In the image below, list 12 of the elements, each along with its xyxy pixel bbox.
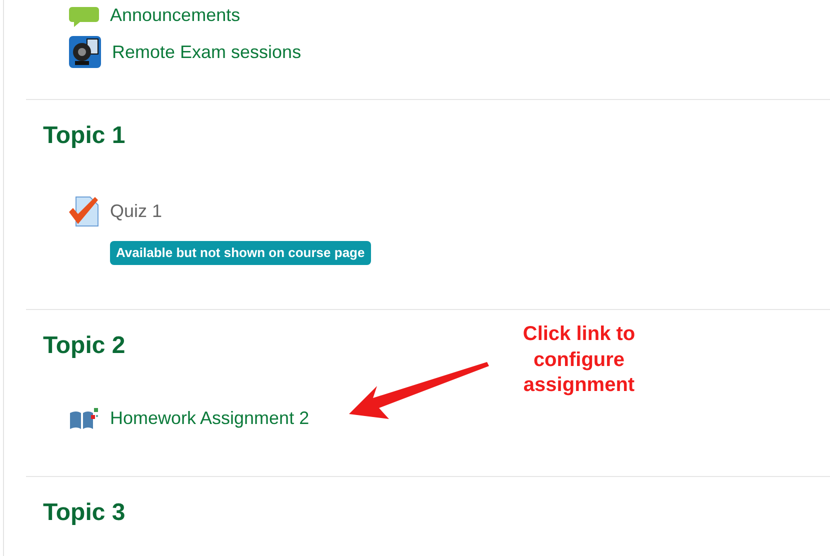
availability-badge: Available but not shown on course page [110, 241, 371, 264]
section-heading: Topic 3 [43, 499, 126, 528]
quiz-check-icon [68, 195, 100, 227]
activity-link[interactable]: Quiz 1 [110, 198, 162, 224]
webcam-icon [68, 35, 102, 69]
activity-link[interactable]: Announcements [110, 2, 240, 29]
section-heading: Topic 2 [43, 332, 126, 361]
section-heading: Topic 1 [43, 122, 126, 151]
activity-link[interactable]: Homework Assignment 2 [110, 405, 310, 432]
book-icon [68, 406, 100, 430]
callout-text: Click link to configure assignment [522, 322, 636, 398]
activity-link[interactable]: Remote Exam sessions [112, 38, 302, 66]
